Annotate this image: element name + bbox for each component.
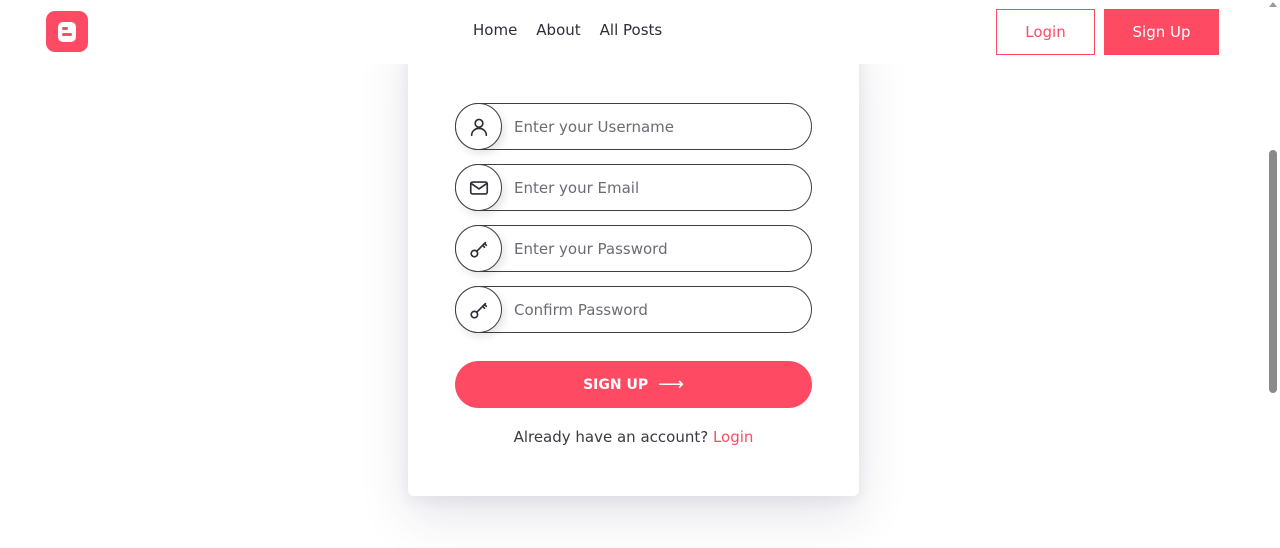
password-field[interactable]	[455, 225, 812, 272]
username-field[interactable]	[455, 103, 812, 150]
signup-page: Home About All Posts Login Sign Up Enter…	[0, 0, 1280, 548]
top-navbar: Home About All Posts Login Sign Up	[0, 0, 1266, 64]
main-nav: Home About All Posts	[473, 21, 662, 39]
arrow-right-icon: ⟶	[658, 374, 684, 395]
signup-submit-button[interactable]: SIGN UP ⟶	[455, 361, 812, 408]
username-input[interactable]	[512, 104, 802, 149]
nav-home[interactable]: Home	[473, 21, 517, 39]
nav-all-posts[interactable]: All Posts	[600, 21, 663, 39]
account-prompt-text: Already have an account?	[513, 428, 709, 446]
password-input[interactable]	[512, 226, 802, 271]
blogger-logo-icon[interactable]	[46, 11, 88, 52]
key-icon	[455, 286, 502, 333]
scroll-thumb[interactable]	[1269, 150, 1277, 393]
user-icon	[455, 103, 502, 150]
submit-label: SIGN UP	[583, 376, 649, 393]
vertical-scrollbar[interactable]	[1266, 0, 1280, 548]
header-signup-button[interactable]: Sign Up	[1104, 9, 1219, 55]
login-prompt: Already have an account? Login	[408, 428, 859, 446]
email-field[interactable]	[455, 164, 812, 211]
scroll-up-arrow-icon[interactable]	[1269, 2, 1277, 7]
login-link[interactable]: Login	[713, 428, 753, 446]
email-input[interactable]	[512, 165, 802, 210]
confirm-password-input[interactable]	[512, 287, 802, 332]
blogger-b-icon	[58, 22, 76, 42]
header-login-button[interactable]: Login	[996, 9, 1095, 55]
envelope-icon	[455, 164, 502, 211]
key-icon	[455, 225, 502, 272]
nav-about[interactable]: About	[536, 21, 580, 39]
confirm-password-field[interactable]	[455, 286, 812, 333]
